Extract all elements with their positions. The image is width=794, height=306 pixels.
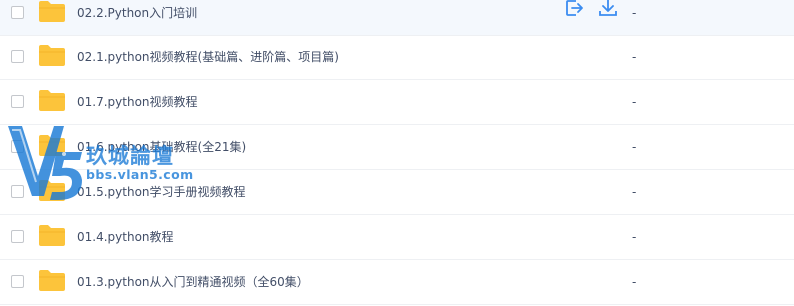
file-size: - bbox=[632, 95, 637, 109]
file-size: - bbox=[632, 230, 637, 244]
file-size: - bbox=[632, 50, 637, 64]
file-row[interactable]: 01.7.python视频教程 - bbox=[0, 81, 794, 125]
file-row[interactable]: 02.1.python视频教程(基础篇、进阶篇、项目篇) - bbox=[0, 36, 794, 80]
row-checkbox[interactable] bbox=[11, 140, 24, 153]
file-size: - bbox=[632, 6, 637, 20]
row-checkbox[interactable] bbox=[11, 50, 24, 63]
folder-icon bbox=[39, 90, 65, 111]
row-checkbox[interactable] bbox=[11, 185, 24, 198]
file-size: - bbox=[632, 185, 637, 199]
file-row[interactable]: 01.5.python学习手册视频教程 - bbox=[0, 171, 794, 215]
folder-icon bbox=[39, 135, 65, 156]
file-name[interactable]: 02.2.Python入门培训 bbox=[77, 5, 197, 21]
file-size: - bbox=[632, 275, 637, 289]
file-size: - bbox=[632, 140, 637, 154]
file-name[interactable]: 01.5.python学习手册视频教程 bbox=[77, 184, 246, 200]
file-name[interactable]: 01.6.python基础教程(全21集) bbox=[77, 139, 246, 155]
file-name[interactable]: 01.7.python视频教程 bbox=[77, 94, 198, 110]
folder-icon bbox=[39, 180, 65, 201]
file-row[interactable]: 01.3.python从入门到精通视频（全60集） - bbox=[0, 261, 794, 305]
folder-icon bbox=[39, 45, 65, 66]
download-icon[interactable] bbox=[597, 0, 619, 19]
folder-icon bbox=[39, 1, 65, 22]
folder-icon bbox=[39, 270, 65, 291]
file-list: 02.2.Python入门培训 - 02.1.python视频教程(基础篇、进阶… bbox=[0, 0, 794, 306]
file-name[interactable]: 01.3.python从入门到精通视频（全60集） bbox=[77, 274, 309, 290]
row-checkbox[interactable] bbox=[11, 6, 24, 19]
share-out-icon[interactable] bbox=[563, 0, 585, 19]
folder-icon bbox=[39, 225, 65, 246]
file-name[interactable]: 02.1.python视频教程(基础篇、进阶篇、项目篇) bbox=[77, 49, 339, 65]
file-name[interactable]: 01.4.python教程 bbox=[77, 229, 174, 245]
row-checkbox[interactable] bbox=[11, 95, 24, 108]
row-checkbox[interactable] bbox=[11, 275, 24, 288]
file-row[interactable]: 02.2.Python入门培训 - bbox=[0, 0, 794, 36]
file-row[interactable]: 01.4.python教程 - bbox=[0, 216, 794, 260]
row-checkbox[interactable] bbox=[11, 230, 24, 243]
file-row[interactable]: 01.6.python基础教程(全21集) - bbox=[0, 126, 794, 170]
